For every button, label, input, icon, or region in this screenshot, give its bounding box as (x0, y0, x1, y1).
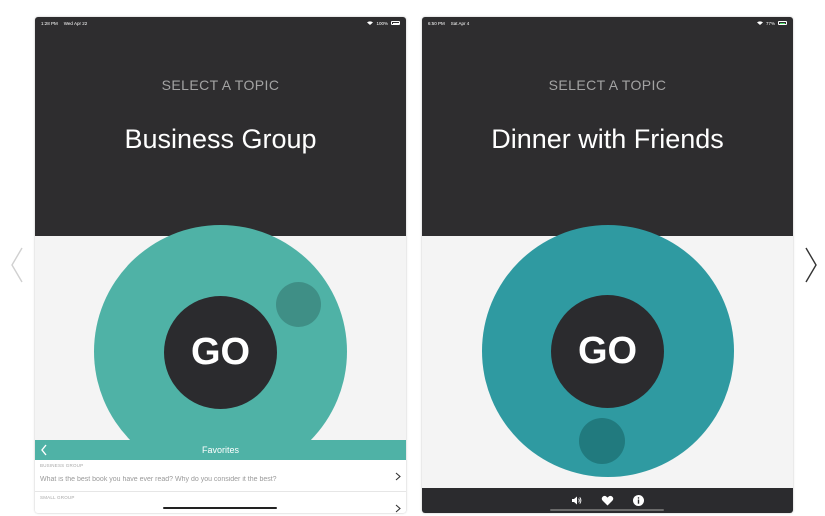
topic-title[interactable]: Business Group (35, 124, 406, 155)
wheel-indicator-dot[interactable] (276, 282, 321, 327)
bottom-toolbar (422, 488, 793, 513)
battery-icon (778, 21, 787, 25)
list-item[interactable]: SMALL GROUP (35, 492, 406, 513)
status-bar: 1:28 PM Wed Apr 22 100% (35, 17, 406, 29)
chevron-right-icon (395, 472, 401, 481)
sound-button[interactable] (570, 494, 583, 507)
status-time: 6:50 PM (428, 20, 445, 26)
info-icon (633, 495, 644, 506)
screenshot-business-group: 1:28 PM Wed Apr 22 100% SELECT A TOPIC B… (35, 17, 406, 513)
home-indicator[interactable] (163, 507, 277, 509)
home-indicator[interactable] (550, 509, 664, 511)
chevron-left-icon (11, 247, 23, 283)
chevron-right-icon (395, 504, 401, 513)
status-time: 1:28 PM (41, 20, 58, 26)
carousel-next-arrow[interactable] (804, 247, 818, 283)
screenshot-dinner-with-friends: 6:50 PM Sat Apr 4 77% SELECT A TOPIC Din… (422, 17, 793, 513)
favorites-bar: Favorites (35, 440, 406, 460)
favorite-category: BUSINESS GROUP (40, 463, 84, 468)
select-topic-label: SELECT A TOPIC (548, 77, 667, 93)
status-battery-text: 77% (765, 20, 775, 26)
topic-header: 1:28 PM Wed Apr 22 100% SELECT A TOPIC B… (35, 17, 406, 236)
speaker-icon (572, 496, 582, 505)
favorite-category: SMALL GROUP (40, 495, 75, 500)
favorites-title: Favorites (201, 445, 239, 455)
wifi-icon (756, 21, 763, 25)
info-button[interactable] (632, 494, 645, 507)
carousel-prev-arrow[interactable] (10, 247, 24, 283)
go-button[interactable]: GO (551, 295, 664, 408)
wheel-indicator-dot[interactable] (579, 418, 625, 464)
status-date: Wed Apr 22 (63, 20, 88, 26)
favorite-button[interactable] (601, 494, 614, 507)
go-button[interactable]: GO (164, 296, 277, 409)
back-button[interactable] (39, 443, 49, 457)
topic-header: 6:50 PM Sat Apr 4 77% SELECT A TOPIC Din… (422, 17, 793, 236)
list-item[interactable]: BUSINESS GROUP What is the best book you… (35, 460, 406, 492)
battery-icon (391, 21, 400, 25)
status-bar: 6:50 PM Sat Apr 4 77% (422, 17, 793, 29)
chevron-right-icon (805, 247, 817, 283)
select-topic-label: SELECT A TOPIC (161, 77, 280, 93)
status-battery-text: 100% (376, 20, 388, 26)
favorite-question: What is the best book you have ever read… (40, 476, 277, 483)
wifi-icon (367, 21, 374, 25)
favorites-list: BUSINESS GROUP What is the best book you… (35, 460, 406, 513)
heart-icon (601, 495, 614, 506)
chevron-left-icon (41, 444, 47, 456)
topic-title[interactable]: Dinner with Friends (422, 124, 793, 155)
status-date: Sat Apr 4 (450, 20, 470, 26)
